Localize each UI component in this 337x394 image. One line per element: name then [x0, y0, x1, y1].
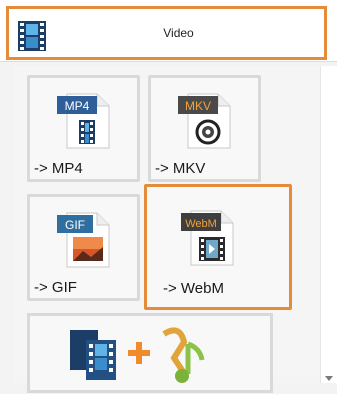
scroll-down-icon[interactable] [325, 376, 333, 381]
header-bar: Video [0, 0, 337, 62]
convert-to-webm-tile[interactable]: WebM -> WebM [144, 184, 292, 310]
convert-to-mp4-tile[interactable]: MP4 -> MP4 [27, 75, 140, 182]
mkv-file-icon: MKV [178, 93, 231, 149]
mp4-label: -> MP4 [34, 160, 83, 177]
convert-to-mkv-tile[interactable]: MKV -> MKV [148, 75, 261, 182]
video-plus-music-icon [70, 327, 205, 383]
mp4-file-icon: MP4 [57, 93, 110, 149]
mp4-badge: MP4 [65, 99, 90, 113]
gif-file-icon: GIF [57, 212, 110, 268]
webm-file-icon: WebM [181, 210, 234, 266]
convert-to-gif-tile[interactable]: GIF -> GIF [27, 194, 140, 301]
gif-badge: GIF [65, 218, 85, 232]
gif-label: -> GIF [34, 279, 77, 296]
video-to-audio-tile[interactable] [27, 313, 273, 393]
webm-label: -> WebM [163, 280, 224, 297]
mkv-badge: MKV [185, 99, 211, 113]
vertical-scrollbar[interactable] [320, 66, 337, 383]
webm-badge: WebM [185, 218, 217, 230]
video-category-button[interactable]: Video [6, 6, 327, 60]
mkv-label: -> MKV [155, 160, 206, 177]
header-title: Video [163, 26, 194, 40]
